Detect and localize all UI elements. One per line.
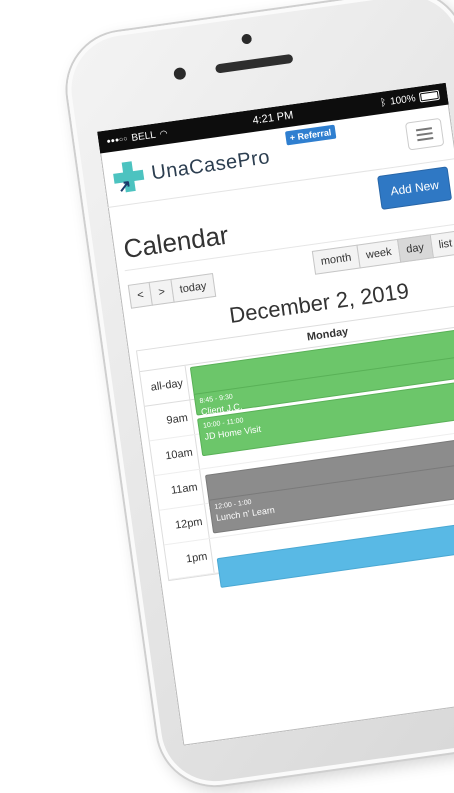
add-new-button[interactable]: Add New (377, 166, 453, 210)
referral-badge[interactable]: + Referral (284, 124, 337, 146)
date-nav-group: < > today (127, 273, 217, 309)
phone-frame: ●●●○○ BELL ◠ 4:21 PM ᛒ 100% ↗ UnaCasePro… (60, 0, 454, 793)
time-label: 11am (154, 469, 205, 510)
view-week-button[interactable]: week (356, 238, 402, 269)
time-label: 9am (144, 400, 196, 441)
view-month-button[interactable]: month (311, 244, 361, 275)
time-label: 12pm (159, 504, 210, 545)
menu-toggle-button[interactable] (404, 117, 445, 151)
logo-icon[interactable]: ↗ (112, 160, 146, 196)
phone-mockup: ●●●○○ BELL ◠ 4:21 PM ᛒ 100% ↗ UnaCasePro… (0, 0, 454, 793)
allday-label: all-day (139, 365, 191, 406)
time-label: 10am (149, 435, 201, 476)
day-grid: Monday all-day 9am 8:45 - 9:30 Client J.… (135, 303, 454, 588)
hamburger-icon (415, 127, 433, 132)
view-list-button[interactable]: list (429, 230, 454, 259)
brand-name[interactable]: UnaCasePro (150, 146, 272, 185)
today-button[interactable]: today (170, 273, 217, 303)
view-switcher: month week day list (311, 230, 454, 275)
time-label: 1pm (164, 538, 215, 580)
view-day-button[interactable]: day (396, 234, 434, 263)
